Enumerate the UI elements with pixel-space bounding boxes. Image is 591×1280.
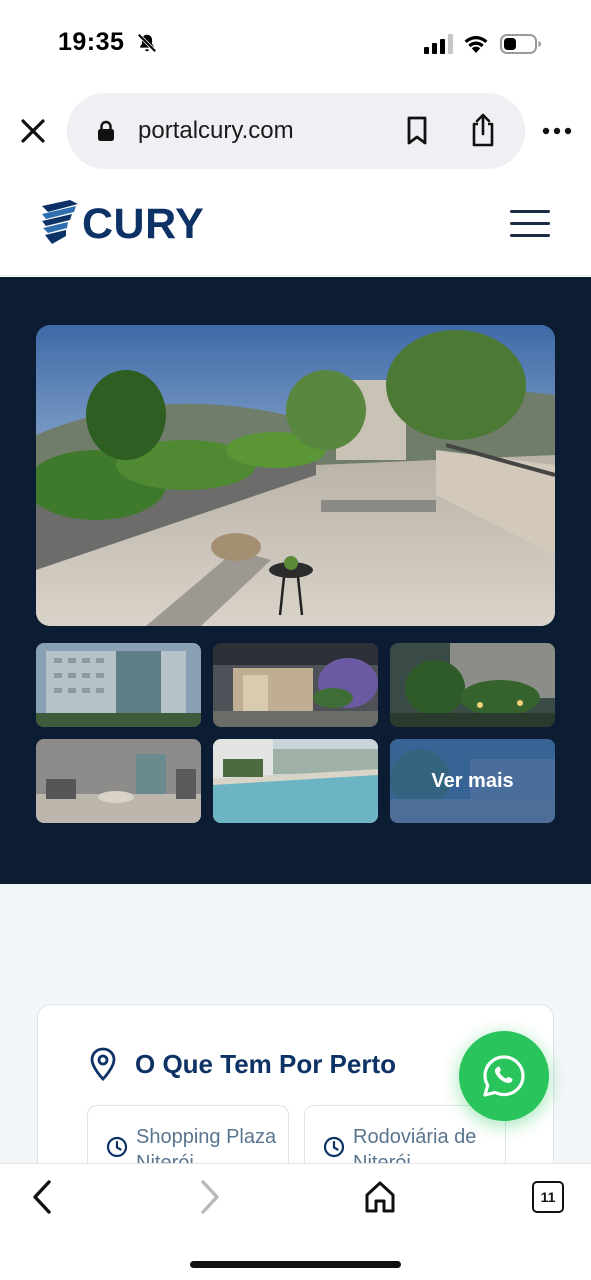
more-icon — [542, 127, 572, 135]
photo-gallery: Ver mais — [0, 277, 591, 884]
clock-icon — [323, 1136, 345, 1158]
logo-text: CURY — [82, 200, 205, 248]
gallery-thumbnail[interactable] — [390, 643, 555, 727]
signal-icon — [424, 34, 453, 54]
clock-icon — [106, 1136, 128, 1158]
menu-button[interactable] — [510, 210, 550, 240]
ver-mais-button[interactable]: Ver mais — [390, 739, 555, 823]
bookmark-icon[interactable] — [405, 116, 429, 146]
hamburger-line — [510, 222, 550, 225]
ver-mais-label: Ver mais — [431, 769, 514, 792]
gallery-thumbnail[interactable] — [36, 643, 201, 727]
home-indicator — [190, 1261, 401, 1268]
home-icon[interactable] — [364, 1180, 396, 1214]
tab-count: 11 — [540, 1189, 556, 1205]
more-button[interactable] — [540, 118, 574, 144]
back-icon[interactable] — [28, 1178, 56, 1216]
address-bar[interactable]: portalcury.com — [67, 93, 525, 169]
bell-slash-icon — [137, 33, 157, 53]
site-header: CURY — [0, 180, 591, 276]
lock-icon — [98, 120, 114, 141]
nearby-title: O Que Tem Por Perto — [135, 1049, 397, 1079]
hamburger-line — [510, 210, 550, 213]
battery-icon — [500, 34, 541, 54]
whatsapp-button[interactable] — [459, 1031, 549, 1121]
cury-logo-mark-icon — [42, 200, 78, 244]
cury-logo[interactable]: CURY — [40, 198, 204, 250]
close-button[interactable] — [16, 114, 50, 148]
browser-toolbar: portalcury.com — [0, 84, 591, 180]
map-pin-icon — [90, 1047, 116, 1081]
ver-mais-overlay: Ver mais — [390, 739, 555, 823]
tabs-button[interactable]: 11 — [532, 1181, 564, 1213]
gallery-main-image[interactable] — [36, 325, 555, 626]
status-time: 19:35 — [58, 28, 125, 56]
browser-bottom-toolbar: 11 — [0, 1163, 591, 1280]
url-text: portalcury.com — [138, 117, 294, 144]
close-icon — [21, 119, 45, 143]
forward-icon[interactable] — [196, 1178, 224, 1216]
share-icon[interactable] — [469, 112, 497, 148]
gallery-thumbnail[interactable] — [36, 739, 201, 823]
wifi-icon — [464, 36, 488, 53]
whatsapp-icon — [483, 1055, 525, 1097]
gallery-thumbnail[interactable] — [213, 643, 378, 727]
gallery-thumbnail[interactable] — [213, 739, 378, 823]
status-bar: 19:35 — [0, 0, 591, 84]
nearby-section: O Que Tem Por Perto Shopping Plaza Niter… — [0, 884, 591, 1205]
hamburger-line — [510, 234, 550, 237]
